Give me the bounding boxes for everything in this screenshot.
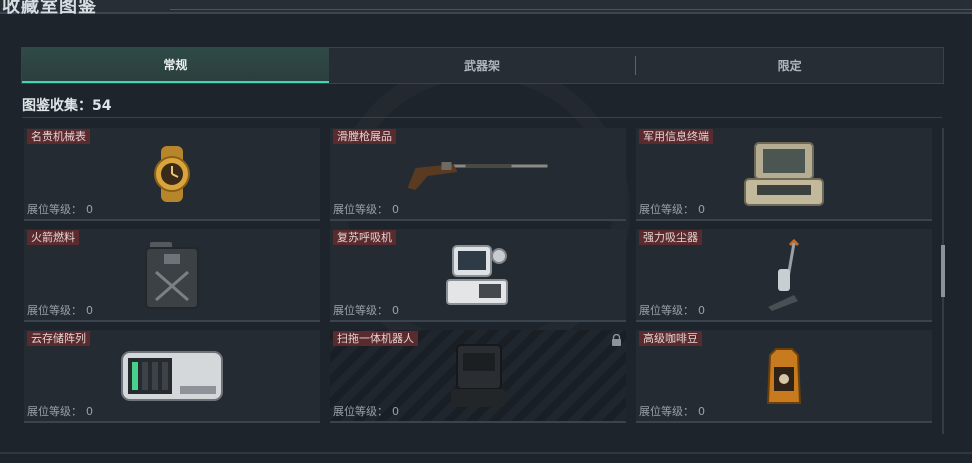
item-name: 军用信息终端 (639, 129, 713, 144)
collection-card-vacuum[interactable]: 强力吸尘器 展位等级： 0 (636, 229, 932, 322)
booth-level: 展位等级： 0 (27, 405, 93, 418)
collection-card-rocket-fuel[interactable]: 火箭燃料 展位等级： 0 (24, 229, 320, 322)
collection-card-coffee-beans[interactable]: 高级咖啡豆 展位等级： 0 (636, 330, 932, 423)
item-name: 扫拖一体机器人 (333, 331, 418, 346)
musket-icon (407, 161, 548, 190)
booth-level: 展位等级： 0 (27, 203, 93, 216)
bottom-divider (0, 452, 972, 454)
collection-card-watch[interactable]: 名贵机械表 展位等级： 0 (24, 128, 320, 221)
page-title: 收藏室图鉴 (2, 0, 97, 17)
collection-card-terminal[interactable]: 军用信息终端 展位等级： 0 (636, 128, 932, 221)
robot-vacuum-icon (451, 343, 505, 407)
lock-icon (612, 334, 621, 346)
ventilator-icon (446, 244, 508, 305)
item-name: 名贵机械表 (27, 129, 90, 144)
count-divider (22, 117, 942, 118)
item-name: 云存储阵列 (27, 331, 90, 346)
collection-grid: 名贵机械表 展位等级： 0 滑膛枪展品 展位等级： 0 军用信息终端 展位等级： 0 (24, 128, 934, 423)
item-name: 火箭燃料 (27, 230, 79, 245)
booth-level: 展位等级： 0 (333, 304, 399, 317)
fuel-can-icon (145, 241, 199, 309)
storage-array-icon (121, 350, 223, 401)
coffee-bag-icon (766, 347, 802, 404)
booth-level: 展位等级： 0 (639, 203, 705, 216)
item-name: 滑膛枪展品 (333, 129, 396, 144)
scrollbar-thumb[interactable] (941, 245, 945, 297)
tab-weapon-rack[interactable]: 武器架 (329, 48, 636, 83)
booth-level: 展位等级： 0 (639, 304, 705, 317)
item-name: 复苏呼吸机 (333, 230, 396, 245)
header-bar: 收藏室图鉴 (0, 0, 972, 17)
collection-count: 图鉴收集：54 (22, 98, 112, 114)
booth-level: 展位等级： 0 (27, 304, 93, 317)
watch-icon (154, 145, 190, 202)
military-terminal-icon (744, 141, 824, 206)
item-name: 高级咖啡豆 (639, 331, 702, 346)
booth-level: 展位等级： 0 (333, 203, 399, 216)
collection-card-musket[interactable]: 滑膛枪展品 展位等级： 0 (330, 128, 626, 221)
booth-level: 展位等级： 0 (639, 405, 705, 418)
tab-regular[interactable]: 常规 (22, 48, 329, 83)
collection-card-ventilator[interactable]: 复苏呼吸机 展位等级： 0 (330, 229, 626, 322)
booth-level: 展位等级： 0 (333, 405, 399, 418)
header-divider (170, 9, 972, 10)
item-name: 强力吸尘器 (639, 230, 702, 245)
vacuum-icon (768, 238, 800, 311)
tab-limited[interactable]: 限定 (636, 48, 943, 83)
tab-bar: 常规 武器架 限定 (21, 47, 944, 84)
collection-card-storage-array[interactable]: 云存储阵列 展位等级： 0 (24, 330, 320, 423)
collection-card-robot-vacuum[interactable]: 扫拖一体机器人 展位等级： 0 (330, 330, 626, 423)
